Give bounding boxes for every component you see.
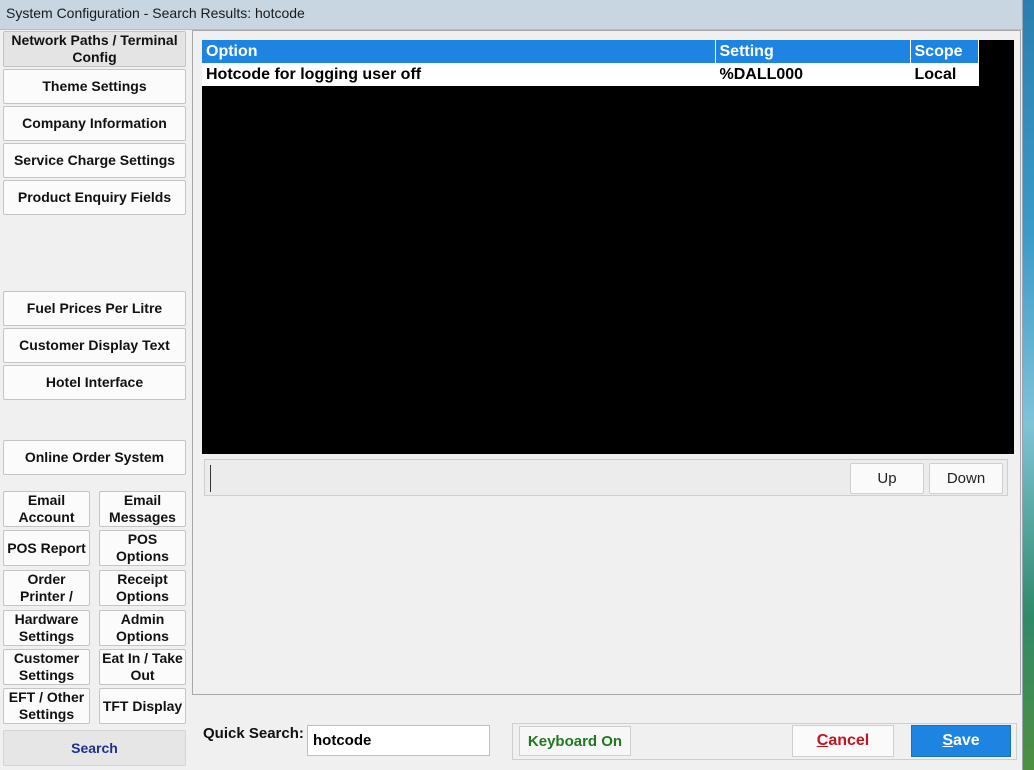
sidebar-hardware-settings-button[interactable]: Hardware Settings [3,610,90,646]
sidebar-admin-options-button[interactable]: Admin Options [99,610,186,646]
sidebar-customer-settings-button[interactable]: Customer Settings [3,649,90,685]
cancel-label: Cancel [816,732,870,749]
grid-nav-input[interactable] [210,465,851,492]
sidebar-search-button[interactable]: Search [3,730,186,766]
sidebar-theme-settings-button[interactable]: Theme Settings [3,69,186,104]
sidebar-service-charge-button[interactable]: Service Charge Settings [3,143,186,178]
sidebar-company-information-button[interactable]: Company Information [3,106,186,141]
sidebar-pos-report-button[interactable]: POS Report [3,530,90,566]
table-row[interactable]: Hotcode for logging user off %DALL000 Lo… [202,63,979,86]
sidebar-product-enquiry-button[interactable]: Product Enquiry Fields [3,180,186,215]
results-table: Option Setting Scope Hotcode for logging… [202,40,979,86]
table-header-row: Option Setting Scope [202,40,979,63]
config-window: System Configuration - Search Results: h… [0,0,1023,770]
cell-option[interactable]: Hotcode for logging user off [202,63,716,86]
column-header-option[interactable]: Option [202,40,716,63]
sidebar-hotel-interface-button[interactable]: Hotel Interface [3,365,186,400]
column-header-scope[interactable]: Scope [910,40,979,63]
sidebar-pos-options-button[interactable]: POS Options [99,530,186,566]
sidebar-network-paths-button[interactable]: Network Paths / Terminal Config [3,31,186,67]
column-header-setting[interactable]: Setting [715,40,911,63]
sidebar-eft-other-settings-button[interactable]: EFT / Other Settings [3,688,90,724]
save-button[interactable]: Save [911,725,1011,757]
sidebar-online-order-button[interactable]: Online Order System [3,440,186,475]
save-label: Save [942,732,980,749]
sidebar-customer-display-button[interactable]: Customer Display Text [3,328,186,363]
cell-scope[interactable]: Local [910,63,979,86]
sidebar-order-printer-button[interactable]: Order Printer / [3,570,90,606]
sidebar-fuel-prices-button[interactable]: Fuel Prices Per Litre [3,291,186,326]
quick-search-input[interactable] [307,725,490,756]
window-title: System Configuration - Search Results: h… [6,5,305,21]
cancel-button[interactable]: Cancel [792,725,894,757]
results-grid: Option Setting Scope Hotcode for logging… [202,40,1014,454]
cell-setting[interactable]: %DALL000 [715,63,911,86]
down-button[interactable]: Down [929,463,1003,494]
sidebar-email-messages-button[interactable]: Email Messages [99,491,186,527]
up-button[interactable]: Up [850,463,924,494]
sidebar-eat-in-take-out-button[interactable]: Eat In / Take Out [99,649,186,685]
sidebar-email-account-button[interactable]: Email Account [3,491,90,527]
sidebar-receipt-options-button[interactable]: Receipt Options [99,570,186,606]
keyboard-toggle-button[interactable]: Keyboard On [519,726,631,756]
title-bar: System Configuration - Search Results: h… [0,0,1022,30]
quick-search-label: Quick Search: [203,725,304,742]
grid-nav-bar: Up Down [204,459,1008,496]
sidebar-tft-display-button[interactable]: TFT Display [99,688,186,724]
